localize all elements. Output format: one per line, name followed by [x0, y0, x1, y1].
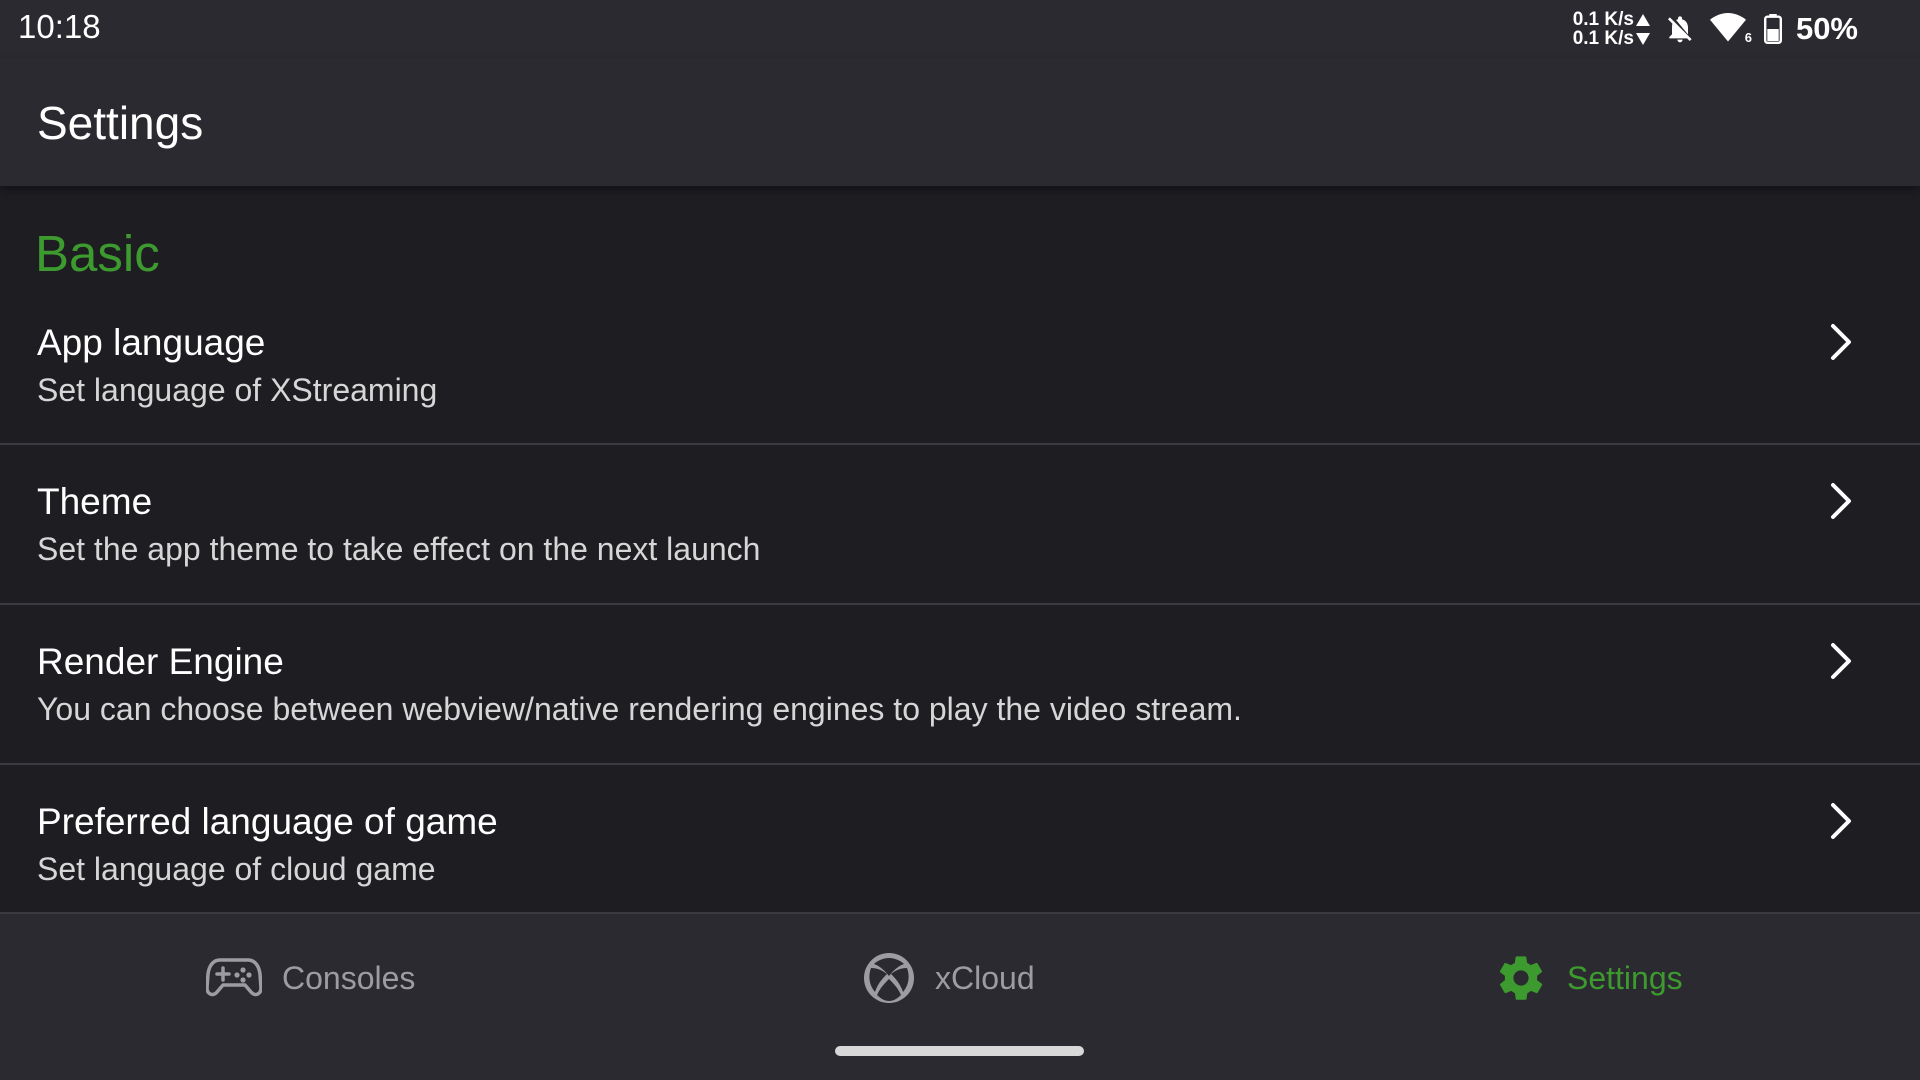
- upload-speed-row: 0.1 K/s: [1573, 10, 1650, 29]
- xbox-logo-icon: [864, 953, 914, 1003]
- section-title-basic: Basic: [35, 225, 160, 282]
- nav-label: Settings: [1567, 959, 1683, 996]
- setting-subtitle: Set the app theme to take effect on the …: [37, 531, 761, 567]
- status-bar: 10:18 0.1 K/s 0.1 K/s 6 50%: [0, 0, 1920, 58]
- setting-title: App language: [37, 322, 266, 363]
- app-bar: Settings: [0, 58, 1920, 186]
- battery-percent: 50%: [1795, 11, 1858, 46]
- network-speed: 0.1 K/s 0.1 K/s: [1573, 10, 1650, 48]
- status-icons: 0.1 K/s 0.1 K/s 6 50%: [1573, 6, 1858, 52]
- wifi-badge: 6: [1744, 30, 1752, 45]
- nav-label: xCloud: [935, 959, 1035, 996]
- home-indicator[interactable]: [835, 1046, 1084, 1056]
- setting-subtitle: Set language of XStreaming: [37, 372, 438, 408]
- app-screen: 10:18 0.1 K/s 0.1 K/s 6 50% Settings Bas…: [0, 0, 1920, 1080]
- gamepad-icon: [206, 958, 262, 997]
- page-title: Settings: [37, 97, 204, 149]
- nav-settings[interactable]: Settings: [1495, 948, 1683, 1008]
- down-arrow-icon: [1635, 32, 1650, 45]
- wifi-icon: [1709, 13, 1746, 42]
- chevron-right-icon: [1831, 803, 1851, 839]
- download-speed: 0.1 K/s: [1572, 28, 1634, 49]
- wifi-indicator: 6: [1709, 13, 1752, 45]
- nav-xcloud[interactable]: xCloud: [863, 948, 1035, 1008]
- setting-title: Theme: [37, 481, 153, 522]
- setting-title: Preferred language of game: [37, 801, 498, 842]
- chevron-right-icon: [1831, 643, 1851, 679]
- setting-render-engine[interactable]: Render Engine You can choose between web…: [0, 605, 1920, 763]
- chevron-right-icon: [1831, 483, 1851, 519]
- status-time: 10:18: [18, 8, 101, 45]
- download-speed-row: 0.1 K/s: [1573, 29, 1650, 48]
- chevron-right-icon: [1831, 324, 1851, 360]
- setting-subtitle: Set language of cloud game: [37, 851, 436, 887]
- setting-subtitle: You can choose between webview/native re…: [37, 691, 1242, 727]
- setting-title: Render Engine: [37, 641, 284, 682]
- battery-icon: [1763, 14, 1782, 44]
- up-arrow-icon: [1635, 13, 1650, 26]
- setting-preferred-game-language[interactable]: Preferred language of game Set language …: [0, 765, 1920, 912]
- nav-consoles[interactable]: Consoles: [206, 948, 415, 1008]
- gear-icon: [1499, 956, 1543, 1000]
- bell-off-icon: [1667, 16, 1692, 43]
- setting-theme[interactable]: Theme Set the app theme to take effect o…: [0, 445, 1920, 603]
- upload-speed: 0.1 K/s: [1572, 9, 1634, 30]
- setting-app-language[interactable]: App language Set language of XStreaming: [0, 284, 1920, 444]
- nav-label: Consoles: [282, 959, 416, 996]
